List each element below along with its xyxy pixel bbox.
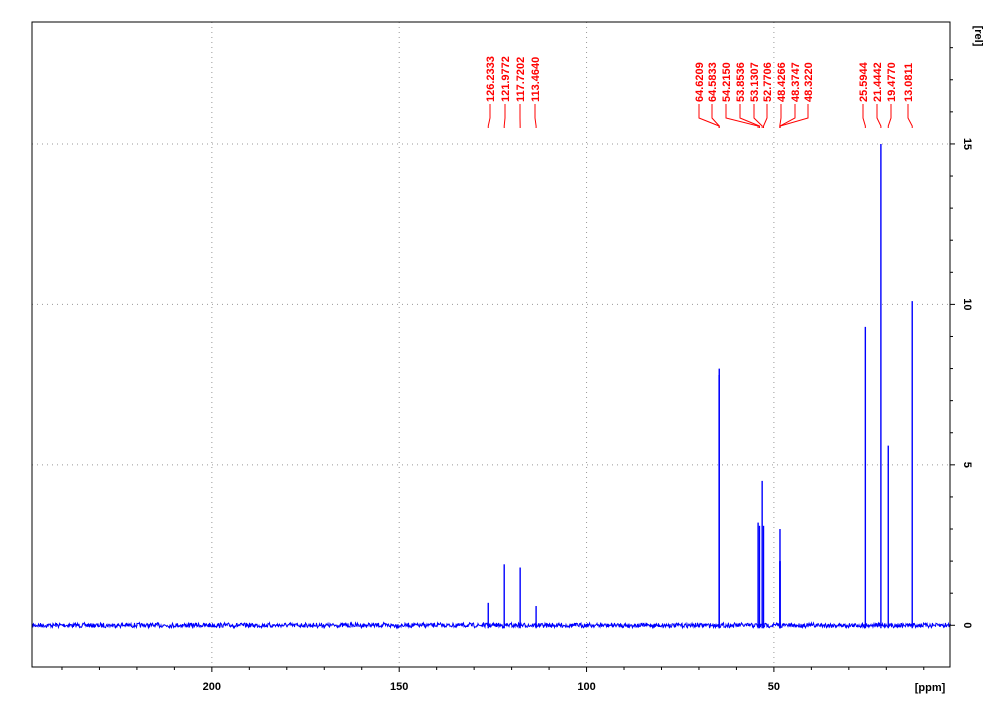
axes: 200 150 100 50 0 5 10 15 — [61, 47, 973, 693]
nmr-spectrum-chart: 126.2333 121.9772 117.7202 113.4640 64.6209 6… — [31, 21, 984, 694]
plot-frame — [31, 21, 951, 668]
peak-label-connector — [725, 104, 759, 128]
peak-label: 25.5944 — [858, 61, 870, 102]
spectrum-baseline — [31, 621, 951, 630]
peak-label: 19.4770 — [886, 62, 898, 102]
peak-label: 64.6209 — [694, 62, 706, 102]
peak-label-connector — [907, 104, 913, 128]
peak-label-connector — [534, 104, 537, 128]
peak-label-connector — [779, 104, 809, 128]
peak-label: 48.3747 — [790, 62, 802, 102]
x-tick-label: 50 — [768, 681, 780, 693]
y-tick-label: 5 — [961, 462, 973, 468]
peak-label-connector — [862, 104, 866, 128]
peak-label: 121.9772 — [500, 56, 512, 102]
baseline-noise — [31, 621, 951, 630]
peak-label: 52.7706 — [762, 62, 774, 102]
peak-label: 48.3220 — [803, 62, 815, 102]
y-axis-unit-label: [rel] — [972, 26, 984, 47]
peak-label: 21.4442 — [872, 62, 884, 102]
x-tick-label: 100 — [577, 681, 595, 693]
peak-label: 113.4640 — [530, 57, 542, 102]
peak-label: 53.8536 — [735, 62, 747, 102]
peak-label: 54.2150 — [721, 62, 733, 102]
peak-label-connector — [487, 104, 491, 128]
grid-lines — [32, 22, 950, 667]
peak-label-connector — [876, 104, 882, 128]
peak-label-group: 126.2333 121.9772 117.7202 113.4640 64.6209 6… — [485, 56, 915, 128]
peak-label-connector — [503, 104, 506, 128]
peak-label: 64.5833 — [707, 62, 719, 102]
peak-label-connector — [698, 104, 720, 128]
peak-label-connector — [887, 104, 892, 128]
peak-label: 126.2333 — [485, 56, 497, 102]
y-tick-label: 15 — [961, 138, 973, 150]
peak-label: 53.1307 — [749, 62, 761, 102]
y-tick-label: 10 — [961, 298, 973, 310]
peak-label: 48.4266 — [776, 62, 788, 102]
peak-label-connector — [763, 104, 768, 128]
x-axis-unit-label: [ppm] — [915, 682, 946, 694]
peak-label-connector — [779, 104, 782, 128]
x-tick-label: 200 — [203, 681, 221, 693]
peak-label: 117.7202 — [515, 57, 527, 102]
peak-label: 13.0811 — [903, 63, 915, 102]
x-tick-label: 150 — [390, 681, 408, 693]
peak-lines — [487, 143, 913, 629]
y-tick-label: 0 — [961, 622, 973, 628]
